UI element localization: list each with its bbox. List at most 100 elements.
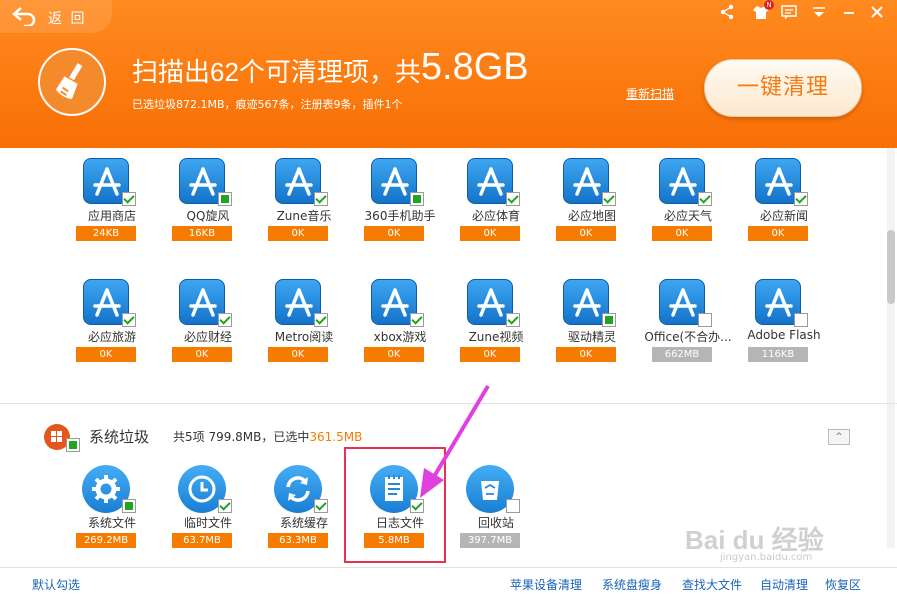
size-tag: 0K <box>556 347 616 362</box>
app-item[interactable]: 系统文件 269.2MB <box>72 465 152 565</box>
item-checkbox[interactable] <box>698 192 712 206</box>
size-tag: 662MB <box>652 347 712 362</box>
item-checkbox[interactable] <box>698 313 712 327</box>
item-checkbox[interactable] <box>506 313 520 327</box>
app-item[interactable]: 必应体育 0K <box>456 158 536 258</box>
app-item[interactable]: 系统缓存 63.3MB <box>264 465 344 565</box>
app-item[interactable]: Zune音乐 0K <box>264 158 344 258</box>
footer-link-auto-clean[interactable]: 自动清理 <box>760 576 808 593</box>
size-tag: 63.3MB <box>268 533 328 548</box>
feedback-icon[interactable] <box>780 3 798 21</box>
collapse-button[interactable]: ^ <box>828 429 850 445</box>
item-checkbox[interactable] <box>314 499 328 513</box>
one-click-clean-button[interactable]: 一键清理 <box>704 59 862 117</box>
item-label: 系统文件 <box>87 516 136 530</box>
item-label: 必应体育 <box>471 209 520 223</box>
app-item[interactable]: 驱动精灵 0K <box>552 279 632 379</box>
item-label: 驱动精灵 <box>567 330 616 344</box>
item-checkbox[interactable] <box>506 192 520 206</box>
baidu-watermark-url: jingyan.baidu.com <box>720 552 813 563</box>
item-label: 临时文件 <box>183 516 232 530</box>
size-tag: 0K <box>652 226 712 241</box>
item-checkbox[interactable] <box>314 313 328 327</box>
item-checkbox[interactable] <box>410 192 424 206</box>
app-item[interactable]: 必应新闻 0K <box>744 158 824 258</box>
size-tag: 0K <box>748 226 808 241</box>
size-tag: 0K <box>268 226 328 241</box>
item-checkbox[interactable] <box>602 192 616 206</box>
default-check-link[interactable]: 默认勾选 <box>32 576 80 593</box>
annotation-arrow <box>420 384 490 498</box>
size-tag: 269.2MB <box>76 533 136 548</box>
item-label: Office(不合办... <box>644 330 732 344</box>
item-checkbox[interactable] <box>410 313 424 327</box>
size-tag: 0K <box>268 347 328 362</box>
item-label: 必应财经 <box>183 330 232 344</box>
back-button[interactable]: 返 回 <box>0 0 112 33</box>
close-icon[interactable] <box>868 3 886 21</box>
item-checkbox[interactable] <box>122 499 136 513</box>
footer-link-apple-cleanup[interactable]: 苹果设备清理 <box>510 576 582 593</box>
scan-headline: 扫描出62个可清理项，共5.8GB <box>132 46 529 88</box>
cleanup-window: 返 回 N 扫描出62个可清理项，共5.8GB 已选垃圾872.1MB，痕迹56… <box>0 0 897 600</box>
minimize-icon[interactable] <box>840 3 858 21</box>
app-item[interactable]: 应用商店 24KB <box>72 158 152 258</box>
item-checkbox[interactable] <box>506 499 520 513</box>
rescan-link[interactable]: 重新扫描 <box>626 85 674 102</box>
share-icon[interactable] <box>718 3 736 21</box>
item-label: Zune视频 <box>468 330 524 344</box>
size-tag: 0K <box>76 347 136 362</box>
summary-prefix: 共5项 799.8MB，已选中 <box>173 430 310 444</box>
size-tag: 0K <box>460 347 520 362</box>
item-label: 回收站 <box>477 516 514 530</box>
menu-icon[interactable] <box>810 3 828 21</box>
app-item[interactable]: 必应财经 0K <box>168 279 248 379</box>
app-item[interactable]: 360手机助手 0K <box>360 158 440 258</box>
app-item[interactable]: xbox游戏 0K <box>360 279 440 379</box>
item-checkbox[interactable] <box>794 313 808 327</box>
item-checkbox[interactable] <box>218 313 232 327</box>
system-junk-checkbox[interactable] <box>66 438 80 452</box>
item-label: Adobe Flash <box>747 328 821 342</box>
footer-bar: 默认勾选 苹果设备清理 系统盘瘦身 查找大文件 自动清理 恢复区 <box>0 567 897 600</box>
item-label: Metro阅读 <box>274 330 334 344</box>
item-label: 必应新闻 <box>759 209 808 223</box>
scrollbar-thumb[interactable] <box>887 230 895 304</box>
item-checkbox[interactable] <box>218 192 232 206</box>
item-label: 必应天气 <box>663 209 712 223</box>
item-checkbox[interactable] <box>122 313 136 327</box>
back-arrow-icon <box>12 7 36 26</box>
item-checkbox[interactable] <box>218 499 232 513</box>
item-label: 必应旅游 <box>87 330 136 344</box>
app-item[interactable]: QQ旋风 16KB <box>168 158 248 258</box>
size-tag: 397.7MB <box>460 533 520 548</box>
footer-link-restore[interactable]: 恢复区 <box>825 576 861 593</box>
app-item[interactable]: Office(不合办... 662MB <box>644 279 732 379</box>
scan-details: 已选垃圾872.1MB，痕迹567条，注册表9条，插件1个 <box>132 98 403 111</box>
item-label: 应用商店 <box>87 209 136 223</box>
item-label: 系统缓存 <box>279 516 328 530</box>
item-checkbox[interactable] <box>122 192 136 206</box>
item-checkbox[interactable] <box>602 313 616 327</box>
app-item[interactable]: 必应天气 0K <box>648 158 728 258</box>
broom-icon <box>38 48 106 116</box>
app-item[interactable]: Adobe Flash 116KB <box>744 279 824 379</box>
app-item[interactable]: Zune视频 0K <box>456 279 536 379</box>
app-item[interactable]: 临时文件 63.7MB <box>168 465 248 565</box>
size-tag: 16KB <box>172 226 232 241</box>
app-item[interactable]: Metro阅读 0K <box>264 279 344 379</box>
app-item[interactable]: 必应地图 0K <box>552 158 632 258</box>
back-label: 返 回 <box>48 11 87 27</box>
item-checkbox[interactable] <box>314 192 328 206</box>
item-checkbox[interactable] <box>794 192 808 206</box>
size-tag: 0K <box>364 347 424 362</box>
summary-selected: 361.5MB <box>309 430 363 444</box>
size-tag: 116KB <box>748 347 808 362</box>
system-junk-summary: 共5项 799.8MB，已选中361.5MB <box>173 428 362 445</box>
footer-link-disk-slim[interactable]: 系统盘瘦身 <box>602 576 662 593</box>
new-badge: N <box>764 0 774 10</box>
size-tag: 0K <box>172 347 232 362</box>
scrollbar-track[interactable] <box>887 148 895 548</box>
app-item[interactable]: 必应旅游 0K <box>72 279 152 379</box>
footer-link-find-large-files[interactable]: 查找大文件 <box>682 576 742 593</box>
